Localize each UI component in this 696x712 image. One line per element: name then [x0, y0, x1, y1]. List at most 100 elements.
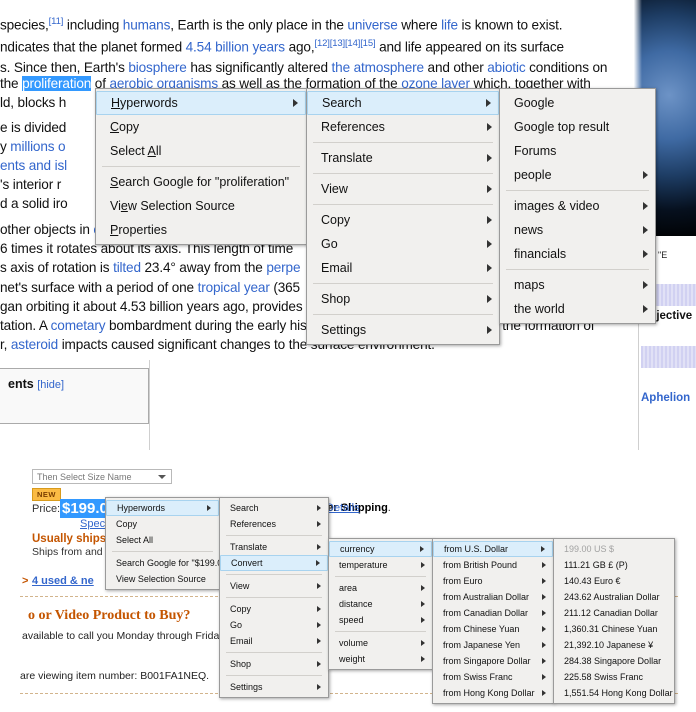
- menu-item[interactable]: images & video: [500, 194, 655, 218]
- submenu-arrow-icon: [643, 171, 648, 179]
- menu-item[interactable]: View Selection Source: [96, 194, 306, 218]
- menu-item[interactable]: Shop: [307, 287, 499, 311]
- menu-item[interactable]: from British Pound: [433, 557, 553, 573]
- details-link[interactable]: Details: [326, 502, 360, 514]
- menu-item[interactable]: 284.38 Singapore Dollar: [554, 653, 674, 669]
- article-link[interactable]: 4.54 billion years: [186, 40, 285, 55]
- menu-item[interactable]: from Swiss Franc: [433, 669, 553, 685]
- menu-item[interactable]: Search: [307, 91, 499, 115]
- article-link[interactable]: the atmosphere: [332, 60, 425, 75]
- article-link[interactable]: life: [441, 18, 458, 33]
- menu-item[interactable]: from Chinese Yuan: [433, 621, 553, 637]
- menu-item[interactable]: Select All: [96, 139, 306, 163]
- article-link[interactable]: cometary: [51, 318, 106, 333]
- menu-item[interactable]: 140.43 Euro €: [554, 573, 674, 589]
- menu-item[interactable]: from Singapore Dollar: [433, 653, 553, 669]
- menu-item[interactable]: Forums: [500, 139, 655, 163]
- article-link[interactable]: tilted: [113, 260, 141, 275]
- article-link[interactable]: humans: [123, 18, 171, 33]
- menu-item[interactable]: 211.12 Canadian Dollar: [554, 605, 674, 621]
- menu-item[interactable]: Translate: [307, 146, 499, 170]
- menu-item[interactable]: View: [307, 177, 499, 201]
- menu-item[interactable]: distance: [329, 596, 432, 612]
- menu-item[interactable]: Copy: [307, 208, 499, 232]
- menu-item[interactable]: Search: [220, 500, 328, 516]
- menu-item[interactable]: currency: [329, 541, 432, 557]
- size-select[interactable]: Then Select Size Name: [32, 469, 172, 484]
- hyperwords-submenu[interactable]: Search References Translate View Copy Go Email…: [306, 88, 500, 345]
- article-link[interactable]: ents and: [0, 158, 55, 173]
- menu-item[interactable]: temperature: [329, 557, 432, 573]
- infobox-aphelion-link[interactable]: Aphelion: [641, 392, 690, 404]
- menu-item[interactable]: 21,392.10 Japanese ¥: [554, 637, 674, 653]
- menu-item[interactable]: Hyperwords: [106, 500, 219, 516]
- menu-item[interactable]: View Selection Source: [106, 571, 219, 587]
- menu-item[interactable]: Email: [307, 256, 499, 280]
- menu-item[interactable]: from Euro: [433, 573, 553, 589]
- menu-item[interactable]: Copy: [220, 601, 328, 617]
- search-submenu[interactable]: Google Google top result Forums people image…: [499, 88, 656, 324]
- menu-item[interactable]: people: [500, 163, 655, 187]
- menu-item[interactable]: View: [220, 578, 328, 594]
- menu-item[interactable]: References: [220, 516, 328, 532]
- article-link[interactable]: universe: [347, 18, 397, 33]
- menu-item[interactable]: from Australian Dollar: [433, 589, 553, 605]
- menu-item[interactable]: from Hong Kong Dollar: [433, 685, 553, 701]
- menu-item[interactable]: Translate: [220, 539, 328, 555]
- menu-item[interactable]: Go: [307, 232, 499, 256]
- menu-item[interactable]: from Canadian Dollar: [433, 605, 553, 621]
- browser-context-menu-amazon[interactable]: Hyperwords Copy Select All Search Google fo…: [105, 497, 230, 590]
- menu-item-label: the world: [514, 302, 565, 316]
- menu-item[interactable]: Shop: [220, 656, 328, 672]
- article-link[interactable]: abiotic: [487, 60, 525, 75]
- menu-item[interactable]: weight: [329, 651, 432, 667]
- menu-item[interactable]: Email: [220, 633, 328, 649]
- menu-item[interactable]: Settings: [220, 679, 328, 695]
- reference-marker[interactable]: [11]: [49, 16, 64, 27]
- submenu-arrow-icon: [317, 505, 321, 511]
- article-link[interactable]: biosphere: [128, 60, 187, 75]
- menu-item[interactable]: Select All: [106, 532, 219, 548]
- menu-item[interactable]: 1,551.54 Hong Kong Dollar: [554, 685, 674, 701]
- menu-item[interactable]: volume: [329, 635, 432, 651]
- menu-item[interactable]: Google: [500, 91, 655, 115]
- menu-item[interactable]: Copy: [106, 516, 219, 532]
- menu-item[interactable]: maps: [500, 273, 655, 297]
- menu-item[interactable]: 199.00 US $: [554, 541, 674, 557]
- menu-item[interactable]: Properties: [96, 218, 306, 242]
- article-link[interactable]: perpe: [266, 260, 300, 275]
- menu-item[interactable]: Go: [220, 617, 328, 633]
- menu-item[interactable]: Settings: [307, 318, 499, 342]
- menu-item[interactable]: 1,360.31 Chinese Yuan: [554, 621, 674, 637]
- menu-item[interactable]: news: [500, 218, 655, 242]
- reference-marker[interactable]: [12][13][14][15]: [314, 38, 375, 49]
- convert-submenu[interactable]: currency temperature area distance speed volu…: [328, 538, 433, 670]
- article-link[interactable]: millions o: [10, 139, 65, 154]
- menu-item[interactable]: Convert: [220, 555, 328, 571]
- currency-results-submenu[interactable]: 199.00 US $ 111.21 GB £ (P) 140.43 Euro € 2…: [553, 538, 675, 704]
- menu-item[interactable]: the world: [500, 297, 655, 321]
- menu-item[interactable]: Search Google for "$199.00": [106, 555, 230, 571]
- menu-item[interactable]: References: [307, 115, 499, 139]
- menu-item[interactable]: 111.21 GB £ (P): [554, 557, 674, 573]
- menu-item[interactable]: from U.S. Dollar: [433, 541, 553, 557]
- menu-item[interactable]: area: [329, 580, 432, 596]
- browser-context-menu[interactable]: Hyperwords Copy Select All Search Google fo…: [95, 88, 307, 245]
- menu-item[interactable]: from Japanese Yen: [433, 637, 553, 653]
- article-link[interactable]: isl: [55, 158, 68, 173]
- article-link[interactable]: tropical year: [198, 280, 270, 295]
- hyperwords-submenu-amazon[interactable]: Search References Translate Convert View Copy…: [219, 497, 329, 698]
- menu-item[interactable]: Copy: [96, 115, 306, 139]
- article-link[interactable]: asteroid: [11, 337, 58, 352]
- selected-text[interactable]: proliferation: [22, 76, 91, 91]
- menu-item[interactable]: Search Google for "proliferation": [96, 170, 306, 194]
- toc-hide-link[interactable]: [hide]: [37, 379, 64, 391]
- menu-item[interactable]: Hyperwords: [96, 91, 306, 115]
- menu-item[interactable]: Google top result: [500, 115, 655, 139]
- menu-item[interactable]: 243.62 Australian Dollar: [554, 589, 674, 605]
- currency-submenu[interactable]: from U.S. Dollar from British Pound from E…: [432, 538, 554, 704]
- menu-item[interactable]: speed: [329, 612, 432, 628]
- menu-item[interactable]: financials: [500, 242, 655, 266]
- menu-item[interactable]: 225.58 Swiss Franc: [554, 669, 674, 685]
- used-and-new-link[interactable]: 4 used & ne: [32, 575, 94, 587]
